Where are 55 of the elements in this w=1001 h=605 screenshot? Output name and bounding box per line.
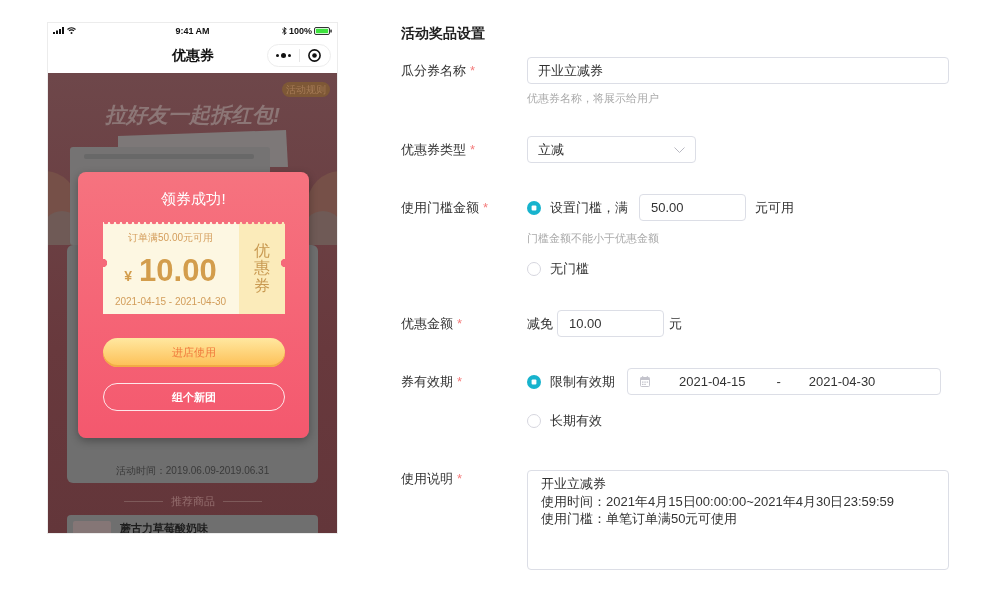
signal-bars-icon [53,27,64,34]
radio-icon[interactable] [527,200,541,215]
radio-label[interactable]: 无门槛 [550,260,589,278]
radio-label[interactable]: 设置门槛，满 [550,198,628,217]
textarea-line: 使用时间：2021年4月15日00:00:00~2021年4月30日23:59:59 [541,492,895,510]
radio-icon[interactable] [527,374,541,389]
radio-label[interactable]: 长期有效 [550,412,602,430]
prefix-text: 减免 [527,314,553,333]
battery-icon [314,26,332,35]
required-mark: * [470,142,476,157]
field-label: 使用门槛金额 [401,200,479,215]
radio-icon[interactable] [527,262,541,276]
field-label: 优惠金额 [401,316,453,331]
amount-input[interactable]: 10.00 [557,310,664,337]
required-mark: * [457,316,463,331]
field-label: 优惠券类型 [401,142,466,157]
select-field[interactable]: 立减 [527,136,696,163]
circle-dot-icon[interactable] [308,49,322,62]
coupon-stub-text: 优惠券 [253,241,270,295]
chevron-down-icon [674,146,685,153]
modal-title: 领券成功! [161,189,226,209]
date-separator: - [776,374,781,389]
currency-symbol: ¥ [124,268,133,284]
field-label: 瓜分券名称 [401,63,466,78]
coupon-amount: 10.00 [139,254,217,288]
wifi-icon [67,27,76,34]
date-range-field[interactable]: 2021-04-15 - 2021-04-30 [627,368,941,395]
threshold-input[interactable]: 50.00 [639,194,746,221]
radio-label[interactable]: 限制有效期 [550,372,615,391]
textarea-line: 使用门槛：单笔订单满50元可使用 [541,510,738,528]
text-input[interactable]: 开业立减券 [527,57,949,84]
radio-icon[interactable] [527,414,541,428]
field-label: 使用说明 [401,471,453,486]
unit-text: 元可用 [755,198,794,217]
required-mark: * [457,374,463,389]
coupon-validity: 2021-04-15 - 2021-04-30 [114,295,227,308]
status-time: 9:41 AM [175,25,210,36]
hint-text: 门槛金额不能小于优惠金额 [527,231,659,245]
required-mark: * [457,471,463,486]
required-mark: * [470,63,476,78]
required-mark: * [483,200,489,215]
coupon-condition: 订单满50.00元可用 [128,231,213,245]
field-label: 券有效期 [401,374,453,389]
hint-text: 优惠券名称，将展示给用户 [527,91,659,105]
description-textarea[interactable]: 开业立减券 使用时间：2021年4月15日00:00:00~2021年4月30日23:59:59 使用门槛：单笔订单满50元可使用 [527,470,949,570]
textarea-line: 开业立减券 [541,475,606,493]
end-date[interactable]: 2021-04-30 [808,374,876,389]
battery-percent: 100% [288,25,312,36]
start-date[interactable]: 2021-04-15 [679,374,746,389]
nav-title: 优惠券 [171,46,214,65]
more-dots-icon[interactable] [275,53,291,58]
unit-text: 元 [669,314,682,333]
bluetooth-icon [281,26,287,35]
form-title: 活动奖品设置 [401,24,486,43]
calendar-icon [640,376,650,387]
